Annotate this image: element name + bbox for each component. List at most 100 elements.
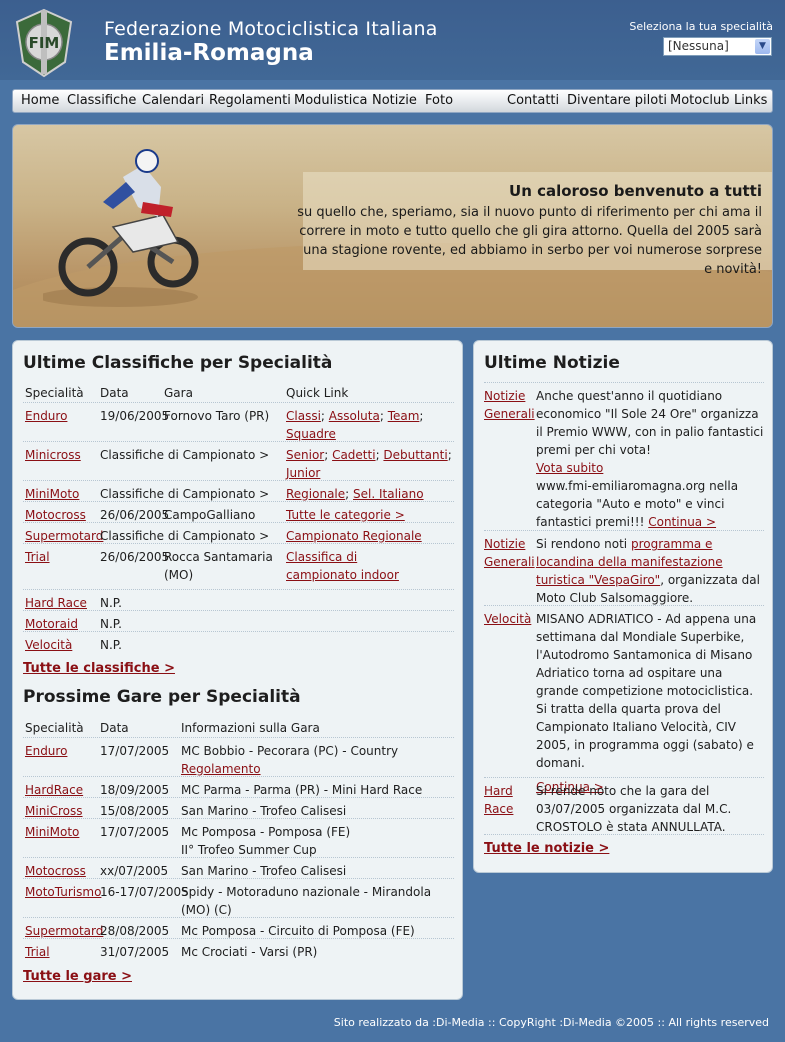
fim-logo[interactable]: FIM	[13, 8, 75, 78]
quick-link-debuttanti[interactable]: Debuttanti	[383, 448, 447, 462]
all-gare-link[interactable]: Tutte le gare >	[23, 969, 132, 984]
news-text: Si rendono noti	[536, 537, 628, 551]
nav-classifiche[interactable]: Classifiche	[67, 93, 136, 108]
region-title: Emilia-Romagna	[104, 40, 314, 66]
news-category-link[interactable]: Notizie Generali	[484, 387, 535, 423]
nav-modulistica[interactable]: Modulistica	[294, 93, 367, 108]
table-row: Motocross xx/07/2005 San Marino - Trofeo…	[23, 857, 454, 879]
svg-text:FIM: FIM	[29, 34, 60, 52]
race-date: 31/07/2005	[100, 945, 170, 959]
table-row: Hard Race N.P.	[23, 589, 454, 611]
news-item: Hard Race Si rende noto che la gara del …	[484, 777, 764, 835]
race-name: Fornovo Taro (PR)	[164, 409, 270, 423]
news-title: Ultime Notizie	[484, 353, 620, 373]
col-header-info: Informazioni sulla Gara	[181, 721, 320, 735]
all-classifiche-link[interactable]: Tutte le classifiche >	[23, 661, 175, 676]
header: FIM Federazione Motociclistica Italiana …	[0, 0, 785, 80]
welcome-banner: Un caloroso benvenuto a tutti su quello …	[12, 124, 773, 328]
specialty-select[interactable]: [Nessuna] ▼	[663, 37, 772, 56]
specialty-link[interactable]: Enduro	[25, 407, 67, 425]
specialty-link[interactable]: Enduro	[25, 742, 67, 760]
footer-credits: Sito realizzato da :Di-Media :: CopyRigh…	[333, 1016, 769, 1029]
main-nav: Home Classifiche Calendari Regolamenti M…	[12, 89, 773, 113]
table-row: Velocità N.P.	[23, 631, 454, 653]
table-row: HardRace 18/09/2005 MC Parma - Parma (PR…	[23, 776, 454, 798]
news-item: Notizie Generali Anche quest'anno il quo…	[484, 382, 764, 531]
news-category-link[interactable]: Velocità	[484, 610, 532, 628]
news-item: Velocità MISANO ADRIATICO - Ad appena un…	[484, 605, 764, 794]
nav-notizie[interactable]: Notizie	[372, 93, 417, 108]
col-header-specialita: Specialità	[25, 721, 84, 735]
quick-link-team[interactable]: Team	[388, 409, 420, 423]
quick-link-classifica-campionato[interactable]: Classifica di campionato indoor	[286, 548, 426, 584]
race-info: MC Bobbio - Pecorara (PC) - Country	[181, 744, 399, 758]
news-body: Si rendono noti programma e locandina de…	[536, 535, 764, 607]
news-text: Anche quest'anno il quotidiano economico…	[536, 389, 764, 457]
table-row: MiniMoto 17/07/2005 Mc Pomposa - Pomposa…	[23, 818, 454, 858]
chevron-down-icon[interactable]: ▼	[755, 39, 770, 54]
motorcycle-rider-image	[43, 149, 199, 307]
quick-link-regionale[interactable]: Regionale	[286, 487, 345, 501]
news-text: MISANO ADRIATICO - Ad appena una settima…	[536, 612, 757, 770]
table-row: Motocross 26/06/2005 CampoGalliano Tutte…	[23, 501, 454, 523]
specialty-link[interactable]: Trial	[25, 548, 50, 566]
news-body: MISANO ADRIATICO - Ad appena una settima…	[536, 610, 764, 796]
nav-contatti[interactable]: Contatti	[507, 93, 559, 108]
nav-links[interactable]: Links	[734, 93, 767, 108]
quick-link-junior[interactable]: Junior	[286, 466, 320, 480]
race-date: N.P.	[100, 638, 122, 652]
quick-link-senior[interactable]: Senior	[286, 448, 324, 462]
table-row: MiniMoto Classifiche di Campionato > Reg…	[23, 480, 454, 502]
table-row: Minicross Classifiche di Campionato > Se…	[23, 441, 454, 481]
race-date: 16-17/07/2005	[100, 885, 189, 899]
specialty-link[interactable]: Minicross	[25, 446, 81, 464]
race-info: Mc Pomposa - Pomposa (FE)	[181, 825, 351, 839]
specialty-link[interactable]: MotoTurismo	[25, 883, 101, 901]
quick-link-cadetti[interactable]: Cadetti	[332, 448, 375, 462]
table-row: Supermotard Classifiche di Campionato > …	[23, 522, 454, 544]
welcome-text: su quello che, speriamo, sia il nuovo pu…	[297, 205, 762, 277]
race-info: Mc Crociati - Varsi (PR)	[181, 945, 318, 959]
specialty-select-value: [Nessuna]	[668, 39, 729, 53]
news-category-link[interactable]: Notizie Generali	[484, 535, 535, 571]
table-row: Enduro 19/06/2005 Fornovo Taro (PR) Clas…	[23, 402, 454, 442]
table-row: Motoraid N.P.	[23, 610, 454, 632]
nav-home[interactable]: Home	[21, 93, 59, 108]
quick-link-sel-italiano[interactable]: Sel. Italiano	[353, 487, 424, 501]
race-info: Spidy - Motoraduno nazionale - Mirandola…	[181, 885, 432, 917]
table-row: MiniCross 15/08/2005 San Marino - Trofeo…	[23, 797, 454, 819]
news-body: Anche quest'anno il quotidiano economico…	[536, 387, 764, 531]
news-item: Notizie Generali Si rendono noti program…	[484, 530, 764, 606]
specialty-label: Seleziona la tua specialità	[629, 20, 773, 33]
nav-regolamenti[interactable]: Regolamenti	[209, 93, 291, 108]
col-header-gara: Gara	[164, 386, 193, 400]
table-row: Supermotard 28/08/2005 Mc Pomposa - Circ…	[23, 917, 454, 939]
welcome-title: Un caloroso benvenuto a tutti	[509, 182, 762, 200]
race-date: 19/06/2005	[100, 409, 170, 423]
race-date: 26/06/2005	[100, 550, 170, 564]
news-text: Si rende noto che la gara del 03/07/2005…	[536, 784, 732, 834]
nav-diventare-piloti[interactable]: Diventare piloti	[567, 93, 667, 108]
classifiche-title: Ultime Classifiche per Specialità	[23, 353, 333, 373]
race-name: Classifiche di Campionato >	[100, 448, 270, 462]
col-header-data: Data	[100, 386, 129, 400]
nav-motoclub[interactable]: Motoclub	[670, 93, 729, 108]
quick-link-squadre[interactable]: Squadre	[286, 427, 336, 441]
table-row: Trial 26/06/2005 Rocca Santamaria (MO) C…	[23, 543, 454, 590]
col-header-data: Data	[100, 721, 129, 735]
news-category-link[interactable]: Hard Race	[484, 782, 532, 818]
specialty-link[interactable]: MiniMoto	[25, 823, 79, 841]
news-panel: Ultime Notizie Notizie Generali Anche qu…	[473, 340, 773, 873]
specialty-link[interactable]: Velocità	[25, 636, 72, 654]
quick-links: Senior; Cadetti; Debuttanti; Junior	[286, 448, 452, 480]
nav-foto[interactable]: Foto	[425, 93, 453, 108]
vota-subito-link[interactable]: Vota subito	[536, 461, 603, 475]
nav-calendari[interactable]: Calendari	[142, 93, 204, 108]
all-news-link[interactable]: Tutte le notizie >	[484, 841, 609, 856]
continua-link[interactable]: Continua >	[648, 515, 716, 529]
quick-link-assoluta[interactable]: Assoluta	[329, 409, 380, 423]
quick-links: Classi; Assoluta; Team; Squadre	[286, 409, 424, 441]
quick-link-classi[interactable]: Classi	[286, 409, 321, 423]
race-date: 17/07/2005	[100, 825, 170, 839]
specialty-link[interactable]: Trial	[25, 943, 50, 961]
